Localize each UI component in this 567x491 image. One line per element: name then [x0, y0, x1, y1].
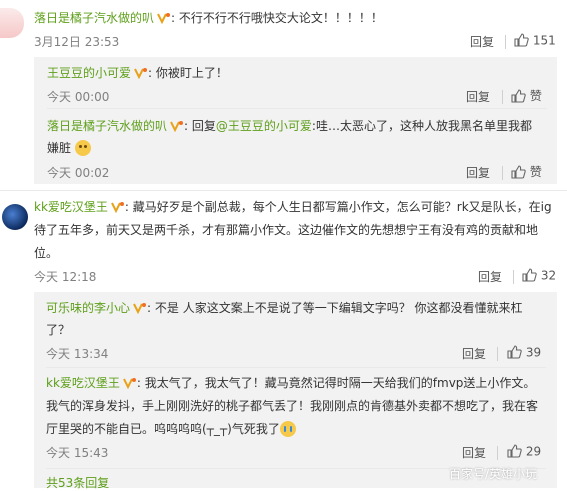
vip-badge-icon — [110, 199, 125, 214]
comment-text-line: 待了五年多，前天又是两千杀，才有那篇小作文。这边催作文的先想想宁王有没有鸡的贡献… — [34, 223, 539, 237]
thumbs-up-icon — [514, 32, 529, 50]
reply-username[interactable]: 可乐味的李小心 — [46, 301, 130, 315]
like-count: 39 — [525, 345, 542, 360]
thumbs-up-icon — [522, 267, 537, 285]
reply-time: 今天 00:02 — [47, 166, 110, 180]
comment-text: 藏马好歹是个副总裁，每个人生日都写篇小作文，怎么可能？rk又是队长，在ig — [132, 200, 552, 214]
comment-username[interactable]: 落日是橘子汽水做的叭 — [34, 11, 154, 25]
comment-text: 不行不行不行哦快交大论文！！！！！ — [178, 11, 383, 25]
comment-username[interactable]: kk爱吃汉堡王 — [34, 200, 108, 214]
like-label: 赞 — [529, 165, 542, 179]
reply-text: 不是 人家这文案上不是说了等一下编辑文字吗？ 你这都没看懂就来杠 — [154, 301, 523, 315]
thumbs-up-icon — [507, 443, 522, 461]
action-divider — [497, 347, 498, 361]
reply-button[interactable]: 回复 — [466, 164, 490, 181]
vip-badge-icon — [122, 375, 137, 390]
like-button[interactable]: 29 — [507, 443, 541, 461]
avatar[interactable] — [2, 204, 28, 230]
reply-button[interactable]: 回复 — [478, 268, 502, 285]
reply-text: 你被盯上了！ — [155, 66, 228, 80]
grin-emoji-icon — [74, 140, 91, 156]
action-divider — [502, 166, 503, 180]
view-all-replies-link[interactable]: 共53条回复 — [46, 474, 109, 491]
vip-badge-icon — [169, 118, 184, 133]
like-button[interactable]: 赞 — [511, 87, 542, 106]
reply-body: 落日是橘子汽水做的叭: 回复@王豆豆的小可爱:哇…太恶心了，这种人放我黑名单里我… — [47, 118, 532, 133]
reply-text-line: 厅里哭的不能自已。呜呜呜呜(┬_┬)气死我了 — [46, 419, 296, 439]
reply-divider — [47, 108, 547, 109]
comment-body: kk爱吃汉堡王: 藏马好歹是个副总裁，每个人生日都写篇小作文，怎么可能？rk又是… — [34, 199, 552, 214]
reply-text: :哇…太恶心了，这种人放我黑名单里我都 — [311, 119, 532, 133]
reply-body: kk爱吃汉堡王: 我太气了，我太气了！藏马竟然记得时隔一天给我们的fmvp送上小… — [46, 375, 536, 390]
action-divider — [502, 90, 503, 104]
comment-body: 落日是橘子汽水做的叭: 不行不行不行哦快交大论文！！！！！ — [34, 10, 383, 25]
comment-text-line: 位。 — [34, 246, 59, 260]
vip-badge-icon — [156, 10, 171, 25]
like-button[interactable]: 39 — [507, 344, 541, 362]
like-button[interactable]: 151 — [514, 32, 556, 50]
thumbs-up-icon — [511, 88, 526, 106]
like-count: 151 — [532, 33, 556, 48]
like-label: 赞 — [529, 89, 542, 103]
reply-button[interactable]: 回复 — [462, 444, 486, 461]
reply-text-line: 我气的浑身发抖，手上刚刚洗好的桃子都气丢了！我刚刚点的肯德基外卖都不想吃了，我在… — [46, 399, 539, 413]
reply-text-line: 了？ — [46, 323, 71, 337]
reply-text-line: 嫌脏 — [47, 138, 91, 158]
thumbs-up-icon — [511, 164, 526, 182]
avatar[interactable] — [0, 8, 24, 38]
comment-divider — [0, 190, 567, 191]
like-count: 32 — [540, 268, 557, 283]
reply-body: 王豆豆的小可爱: 你被盯上了！ — [47, 65, 228, 80]
reply-button[interactable]: 回复 — [462, 345, 486, 362]
reply-prefix: 回复 — [191, 119, 216, 133]
reply-username[interactable]: 王豆豆的小可爱 — [47, 66, 131, 80]
vip-badge-icon — [133, 65, 148, 80]
like-button[interactable]: 32 — [522, 267, 556, 285]
reply-text: 我太气了，我太气了！藏马竟然记得时隔一天给我们的fmvp送上小作文。 — [144, 376, 536, 390]
mention-link[interactable]: @王豆豆的小可爱 — [216, 119, 312, 133]
comment-time: 3月12日 23:53 — [34, 35, 120, 49]
reply-button[interactable]: 回复 — [470, 33, 494, 50]
reply-time: 今天 00:00 — [47, 90, 110, 104]
reply-username[interactable]: kk爱吃汉堡王 — [46, 376, 120, 390]
action-divider — [497, 446, 498, 460]
thumbs-up-icon — [507, 344, 522, 362]
crying-emoji-icon — [279, 421, 296, 437]
comment-time: 今天 12:18 — [34, 270, 97, 284]
reply-time: 今天 15:43 — [46, 446, 109, 460]
reply-divider — [46, 367, 546, 368]
reply-username[interactable]: 落日是橘子汽水做的叭 — [47, 119, 167, 133]
action-divider — [513, 270, 514, 284]
reply-time: 今天 13:34 — [46, 347, 109, 361]
reply-button[interactable]: 回复 — [466, 88, 490, 105]
reply-body: 可乐味的李小心: 不是 人家这文案上不是说了等一下编辑文字吗？ 你这都没看懂就来… — [46, 300, 523, 315]
like-button[interactable]: 赞 — [511, 163, 542, 182]
watermark: 百家号/英雄小玩 — [449, 467, 538, 481]
like-count: 29 — [525, 444, 542, 459]
action-divider — [505, 35, 506, 49]
vip-badge-icon — [132, 300, 147, 315]
